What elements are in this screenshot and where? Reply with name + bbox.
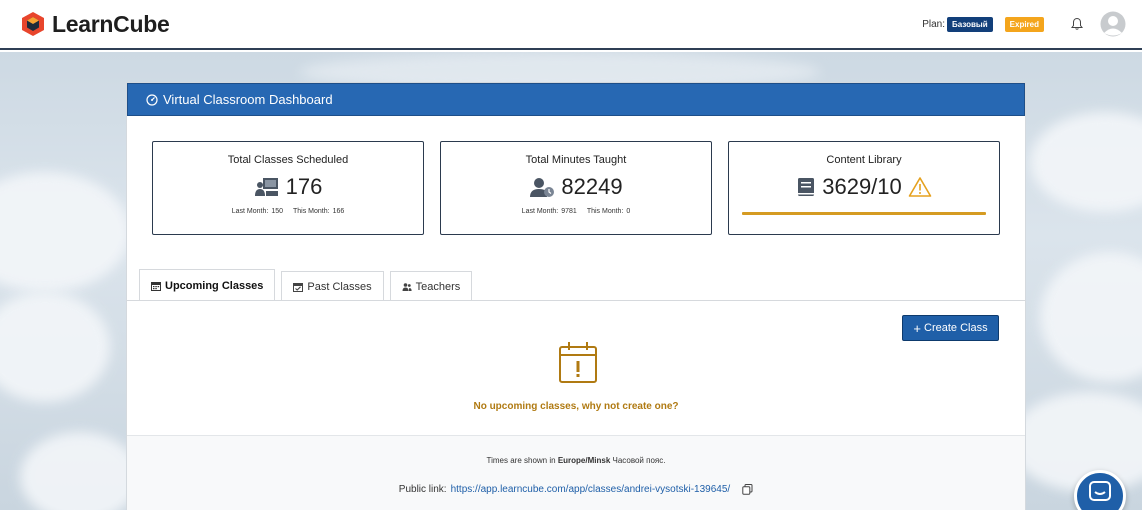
public-link[interactable]: https://app.learncube.com/app/classes/an… [451,484,731,495]
tab-label: Upcoming Classes [165,279,264,292]
stat-sub-value: 150 [271,208,283,215]
create-class-label: Create Class [924,322,988,334]
dashboard-footer: Times are shown in Europe/Minsk Часовой … [127,435,1025,510]
bell-icon[interactable] [1070,17,1084,31]
account-area: Plan: Базовый Expired [922,11,1126,37]
timezone-note: Times are shown in Europe/Minsk Часовой … [127,456,1025,465]
tab-teachers[interactable]: Teachers [389,271,473,301]
tz-prefix: Times are shown in [486,456,556,465]
stat-card-library[interactable]: Content Library 3629/10 [728,141,1000,235]
class-tabs: Upcoming Classes Past Classes Teachers [139,269,478,301]
calendar-alert-icon [559,342,597,383]
stat-sub-value: 9781 [561,208,577,215]
tab-past-classes[interactable]: Past Classes [281,271,384,301]
stat-value: 176 [285,174,323,199]
stat-card-minutes: Total Minutes Taught 82249 Last Month: 97… [440,141,712,235]
stats-row: Total Classes Scheduled 176 Last Month: 1… [152,141,1000,235]
warning-icon [908,177,932,197]
tab-upcoming-classes[interactable]: Upcoming Classes [139,269,276,301]
dashboard-title: Virtual Classroom Dashboard [163,92,333,107]
calendar-icon [151,281,161,291]
tz-name: Europe/Minsk [557,456,611,465]
teacher-clock-icon [530,178,555,197]
users-icon [402,282,412,291]
copy-icon[interactable] [742,484,753,495]
dashboard-header: Virtual Classroom Dashboard [127,83,1025,116]
stat-sub-label: Last Month: [521,208,559,215]
stat-title: Total Minutes Taught [525,154,627,166]
stat-title: Content Library [826,154,902,166]
stat-value: 82249 [561,174,623,199]
stat-title: Total Classes Scheduled [227,154,349,166]
dashboard-panel: Virtual Classroom Dashboard Total Classe… [126,82,1026,510]
avatar-icon[interactable] [1100,11,1126,37]
stat-sub-label: Last Month: [231,208,269,215]
top-navbar: LearnCube Plan: Базовый Expired [0,0,1142,50]
plan-label: Plan: [922,18,946,30]
tab-divider [127,300,1025,301]
stat-value: 3629/10 [822,174,902,199]
public-link-row: Public link: https://app.learncube.com/a… [127,484,1025,495]
stat-sub-value: 166 [332,208,345,215]
brand[interactable]: LearnCube [20,10,170,38]
public-link-label: Public link: [398,484,447,495]
stat-sub-label: This Month: [293,208,330,215]
brand-name: LearnCube [52,10,170,37]
tz-suffix: Часовой пояс. [612,456,666,465]
expired-badge[interactable]: Expired [1004,16,1044,32]
book-icon [798,178,815,196]
stat-card-classes: Total Classes Scheduled 176 Last Month: 1… [152,141,424,235]
tab-label: Teachers [415,280,461,293]
stat-sub-value: 0 [626,208,631,215]
tab-label: Past Classes [307,280,372,293]
dashboard-gauge-icon [146,93,158,106]
stat-sub-label: This Month: [586,208,624,215]
learncube-logo-icon [22,12,44,36]
chat-icon [1089,481,1111,501]
plus-icon: + [913,320,921,336]
classroom-icon [254,178,278,196]
plan-badge[interactable]: Базовый [947,16,993,32]
empty-state-message: No upcoming classes, why not create one? [473,401,679,412]
calendar-check-icon [293,282,304,292]
library-usage-bar [742,212,986,215]
create-class-button[interactable]: + Create Class [902,315,999,341]
